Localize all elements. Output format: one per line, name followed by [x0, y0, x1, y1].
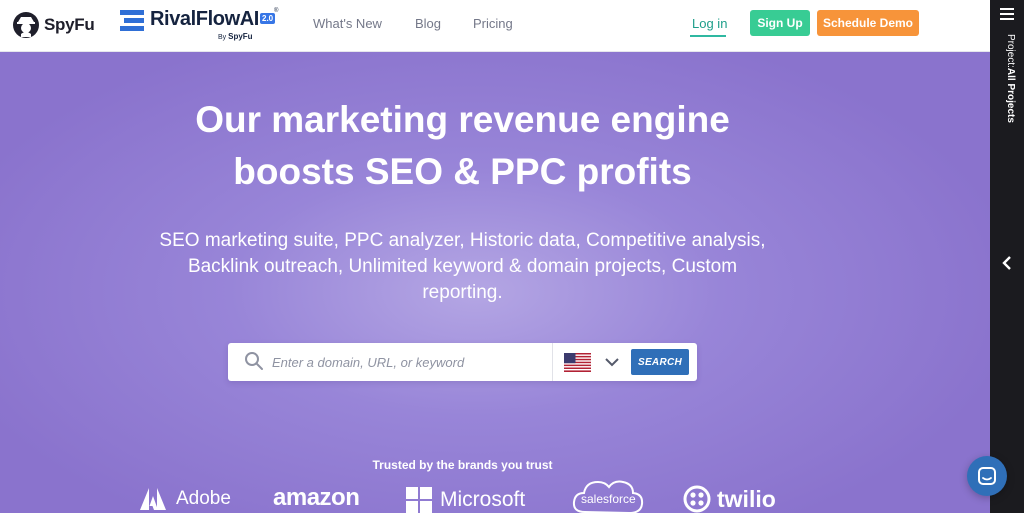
twilio-logo-icon [683, 485, 711, 513]
hero-title: Our marketing revenue engine boosts SEO … [0, 94, 925, 198]
brand-adobe-label: Adobe [176, 488, 231, 509]
brand-salesforce-label: salesforce [581, 492, 636, 506]
byline-brand: SpyFu [228, 32, 253, 41]
rivalflow-bars-icon [120, 10, 144, 31]
trusted-brands-heading: Trusted by the brands you trust [372, 458, 553, 472]
brand-microsoft-label: Microsoft [440, 488, 526, 511]
hero-subtitle-line-1: SEO marketing suite, PPC analyzer, Histo… [159, 230, 766, 251]
hero-title-line-2: boosts SEO & PPC profits [233, 151, 692, 192]
hero-title-line-1: Our marketing revenue engine [195, 99, 730, 140]
spyfu-spy-icon [13, 12, 39, 38]
chat-launcher-button[interactable] [967, 456, 1007, 496]
country-select[interactable] [564, 352, 624, 372]
search-input[interactable] [272, 352, 547, 372]
hero-subtitle-line-3: reporting. [422, 282, 503, 303]
spyfu-logo-text: SpyFu [44, 15, 95, 34]
byline-prefix: By [218, 34, 227, 41]
brand-twilio: twilio [683, 485, 776, 513]
project-selector[interactable]: Project:All Projects [998, 34, 1016, 154]
hero-section: Our marketing revenue engine boosts SEO … [0, 52, 990, 513]
schedule-demo-button[interactable]: Schedule Demo [817, 10, 919, 36]
rivalflow-version-badge: 2.0 [260, 13, 276, 24]
brand-amazon: amazon [273, 484, 360, 512]
chat-icon [978, 467, 996, 485]
brand-salesforce: salesforce [571, 476, 645, 513]
registered-mark: ® [274, 8, 279, 14]
chevron-down-icon [605, 358, 619, 367]
nav-pricing[interactable]: Pricing [473, 16, 513, 31]
rivalflow-logo[interactable]: RivalFlowAI 2.0 ® By SpyFu [120, 8, 280, 44]
brand-twilio-label: twilio [717, 485, 776, 512]
hero-subtitle-line-2: Backlink outreach, Unlimited keyword & d… [187, 256, 738, 277]
hero-subtitle: SEO marketing suite, PPC analyzer, Histo… [0, 228, 925, 306]
rivalflow-byline: By SpyFu [218, 32, 253, 41]
us-flag-icon [564, 352, 591, 372]
hamburger-icon[interactable] [1000, 8, 1014, 20]
nav-whats-new[interactable]: What's New [313, 16, 382, 31]
search-button[interactable]: SEARCH [631, 349, 689, 375]
top-navigation: SpyFu RivalFlowAI 2.0 ® By SpyFu What's … [0, 0, 990, 52]
nav-blog[interactable]: Blog [415, 16, 441, 31]
adobe-logo-icon [140, 488, 166, 510]
search-divider [552, 343, 553, 381]
search-box: SEARCH [228, 343, 697, 381]
chevron-left-icon[interactable] [1001, 255, 1013, 271]
project-label-value: All Projects [1005, 67, 1016, 123]
project-label-prefix: Project: [1005, 34, 1016, 68]
spyfu-logo[interactable]: SpyFu [12, 11, 95, 39]
search-icon [245, 352, 263, 370]
microsoft-logo-icon [406, 487, 432, 513]
rivalflow-logo-text: RivalFlowAI [150, 8, 259, 30]
login-underline [690, 35, 726, 37]
brand-amazon-label: amazon [273, 484, 360, 511]
sign-up-button[interactable]: Sign Up [750, 10, 810, 36]
login-link[interactable]: Log in [692, 16, 727, 31]
brand-adobe: Adobe [140, 488, 231, 510]
brand-microsoft: Microsoft [406, 487, 525, 513]
